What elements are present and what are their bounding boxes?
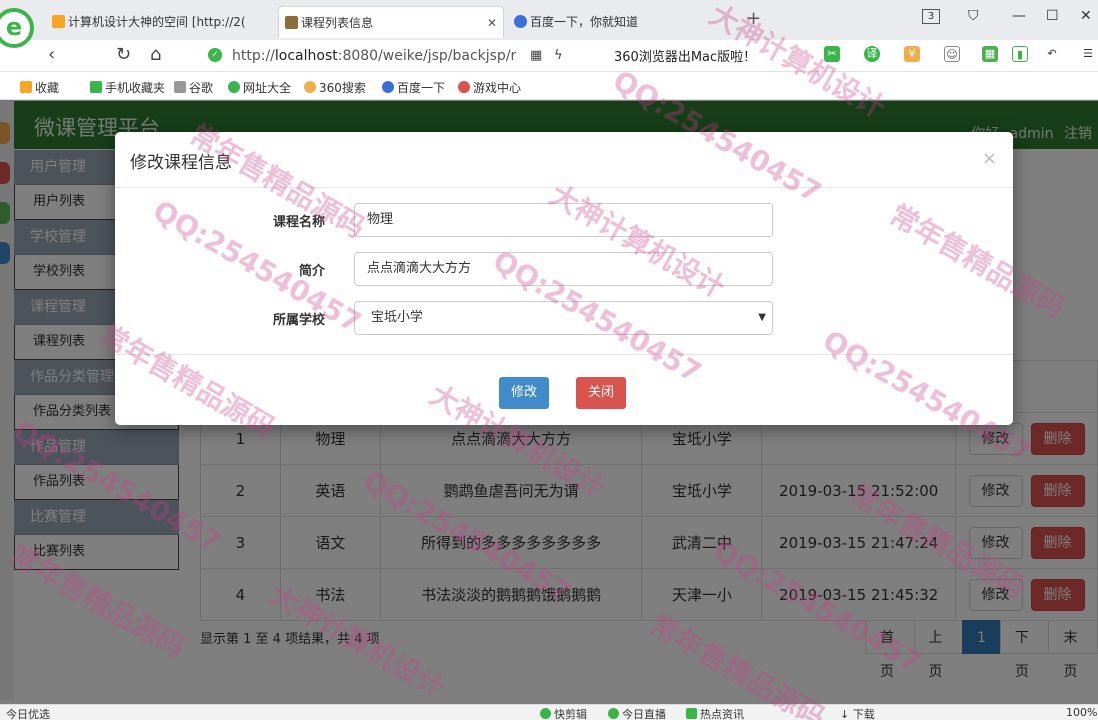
url-input[interactable]: http://localhost:8080/weike/jsp/backjsp/… <box>232 44 630 68</box>
back-icon[interactable]: ‹ <box>48 44 55 65</box>
download-icon: ↓ <box>840 708 853 720</box>
tab-title: 课程列表信息 <box>301 16 374 30</box>
status-item-quickcut[interactable]: 快剪辑 <box>540 706 587 720</box>
modal-header: 修改课程信息 × <box>115 132 1013 188</box>
tab-course-list[interactable]: 课程列表信息 ✕ <box>278 6 504 38</box>
bookmark-baidu[interactable]: 百度一下 <box>382 79 445 96</box>
tab-title: 百度一下，你就知道 <box>530 15 639 29</box>
course-name-input[interactable]: 物理 <box>354 203 773 237</box>
modal-footer <box>115 354 1013 355</box>
flash-icon[interactable]: ϟ <box>554 48 563 63</box>
screenshot-icon[interactable]: ☺ <box>944 46 960 62</box>
status-left-text[interactable]: 今日优选 <box>6 706 50 720</box>
browser-promo-text[interactable]: 360浏览器出Mac版啦！ <box>614 46 756 65</box>
school-label: 所属学校 <box>272 313 325 328</box>
tab-space[interactable]: 计算机设计大神的空间 [http://2( <box>46 6 278 38</box>
reload-icon[interactable]: ↻ <box>116 44 131 65</box>
browser-tab-bar: e 计算机设计大神的空间 [http://2( 课程列表信息 ✕ 百度一下，你就… <box>0 0 1098 48</box>
status-download[interactable]: ↓ 下载 <box>840 706 875 720</box>
new-tab-button[interactable]: + <box>746 8 761 29</box>
news-icon <box>686 708 697 719</box>
star-icon <box>20 81 32 93</box>
security-shield-icon: ✓ <box>208 48 222 62</box>
home-icon[interactable]: ⌂ <box>150 44 161 65</box>
scissors-icon[interactable]: ✂ <box>824 46 840 62</box>
page-icon <box>174 81 186 93</box>
submit-button[interactable]: 修改 <box>498 376 551 410</box>
close-icon[interactable]: × <box>982 148 997 169</box>
tab-close-icon[interactable]: ✕ <box>487 7 497 38</box>
play-icon <box>608 708 619 719</box>
form-row-school: 所属学校 宝坻小学 ▼ <box>115 301 1013 335</box>
status-item-live[interactable]: 今日直播 <box>608 706 666 720</box>
intro-input[interactable]: 点点滴滴大大方方 <box>354 252 773 286</box>
bookmarks-bar: 收藏 手机收藏夹 谷歌 网址大全 360搜索 百度一下 游戏中心 <box>0 72 1098 100</box>
phone-icon <box>90 81 102 93</box>
apps-grid-icon[interactable]: ▦ <box>982 46 998 62</box>
qr-icon[interactable]: ▦ <box>530 48 542 63</box>
chevron-down-icon: ▼ <box>758 312 766 323</box>
bookmark-mobile[interactable]: 手机收藏夹 <box>90 79 165 96</box>
form-row-intro: 简介 点点滴滴大大方方 <box>115 252 1013 286</box>
maximize-icon[interactable]: ☐ <box>1046 8 1059 24</box>
status-zoom[interactable]: 100% <box>1066 706 1097 719</box>
baidu-paw-icon <box>514 15 527 28</box>
bookmark-google[interactable]: 谷歌 <box>174 79 213 96</box>
shirt-skin-icon[interactable]: ⛉ <box>968 8 979 24</box>
form-row-name: 课程名称 物理 <box>115 203 1013 237</box>
bookmark-games[interactable]: 游戏中心 <box>458 79 521 96</box>
close-window-icon[interactable]: ✕ <box>1080 8 1092 24</box>
plus-circle-icon <box>228 81 240 93</box>
modal-title: 修改课程信息 <box>130 153 232 173</box>
play-icon <box>540 708 551 719</box>
school-select-value: 宝坻小学 <box>371 310 424 325</box>
tab-count-badge[interactable]: 3 <box>922 9 940 24</box>
tab-title: 计算机设计大神的空间 [http://2( <box>68 15 246 29</box>
address-bar: ‹ ↻ ⌂ ✓ http://localhost:8080/weike/jsp/… <box>0 40 1098 72</box>
edit-course-modal: 修改课程信息 × 课程名称 物理 简介 点点滴滴大大方方 所属学校 宝坻小学 ▼… <box>115 132 1013 425</box>
baidu-paw-icon <box>382 81 394 93</box>
minimize-icon[interactable]: — <box>1012 8 1026 24</box>
status-item-news[interactable]: 热点资讯 <box>686 706 744 720</box>
school-select[interactable]: 宝坻小学 ▼ <box>354 301 773 335</box>
undo-icon[interactable]: ↶ <box>1044 46 1060 62</box>
course-name-label: 课程名称 <box>272 215 325 230</box>
bookmark-nav[interactable]: 网址大全 <box>228 79 291 96</box>
intro-label: 简介 <box>298 264 325 279</box>
tab-baidu[interactable]: 百度一下，你就知道 <box>508 6 740 38</box>
battery-icon[interactable]: ▮ <box>1012 46 1028 62</box>
shield-coupon-icon[interactable]: ¥ <box>904 46 920 62</box>
close-button[interactable]: 关闭 <box>575 376 628 410</box>
game-icon <box>458 81 470 93</box>
menu-icon[interactable]: ☰ <box>1080 46 1096 62</box>
star-icon <box>52 15 65 28</box>
browser-status-bar: 今日优选 快剪辑 今日直播 热点资讯 ↓ 下载 100% <box>0 704 1098 720</box>
search-circle-icon <box>304 81 316 93</box>
bookmark-360-search[interactable]: 360搜索 <box>304 79 366 96</box>
bookmark-favorites[interactable]: 收藏 <box>20 79 59 96</box>
translate-icon[interactable]: 译 <box>864 46 880 62</box>
page-icon <box>285 16 298 29</box>
